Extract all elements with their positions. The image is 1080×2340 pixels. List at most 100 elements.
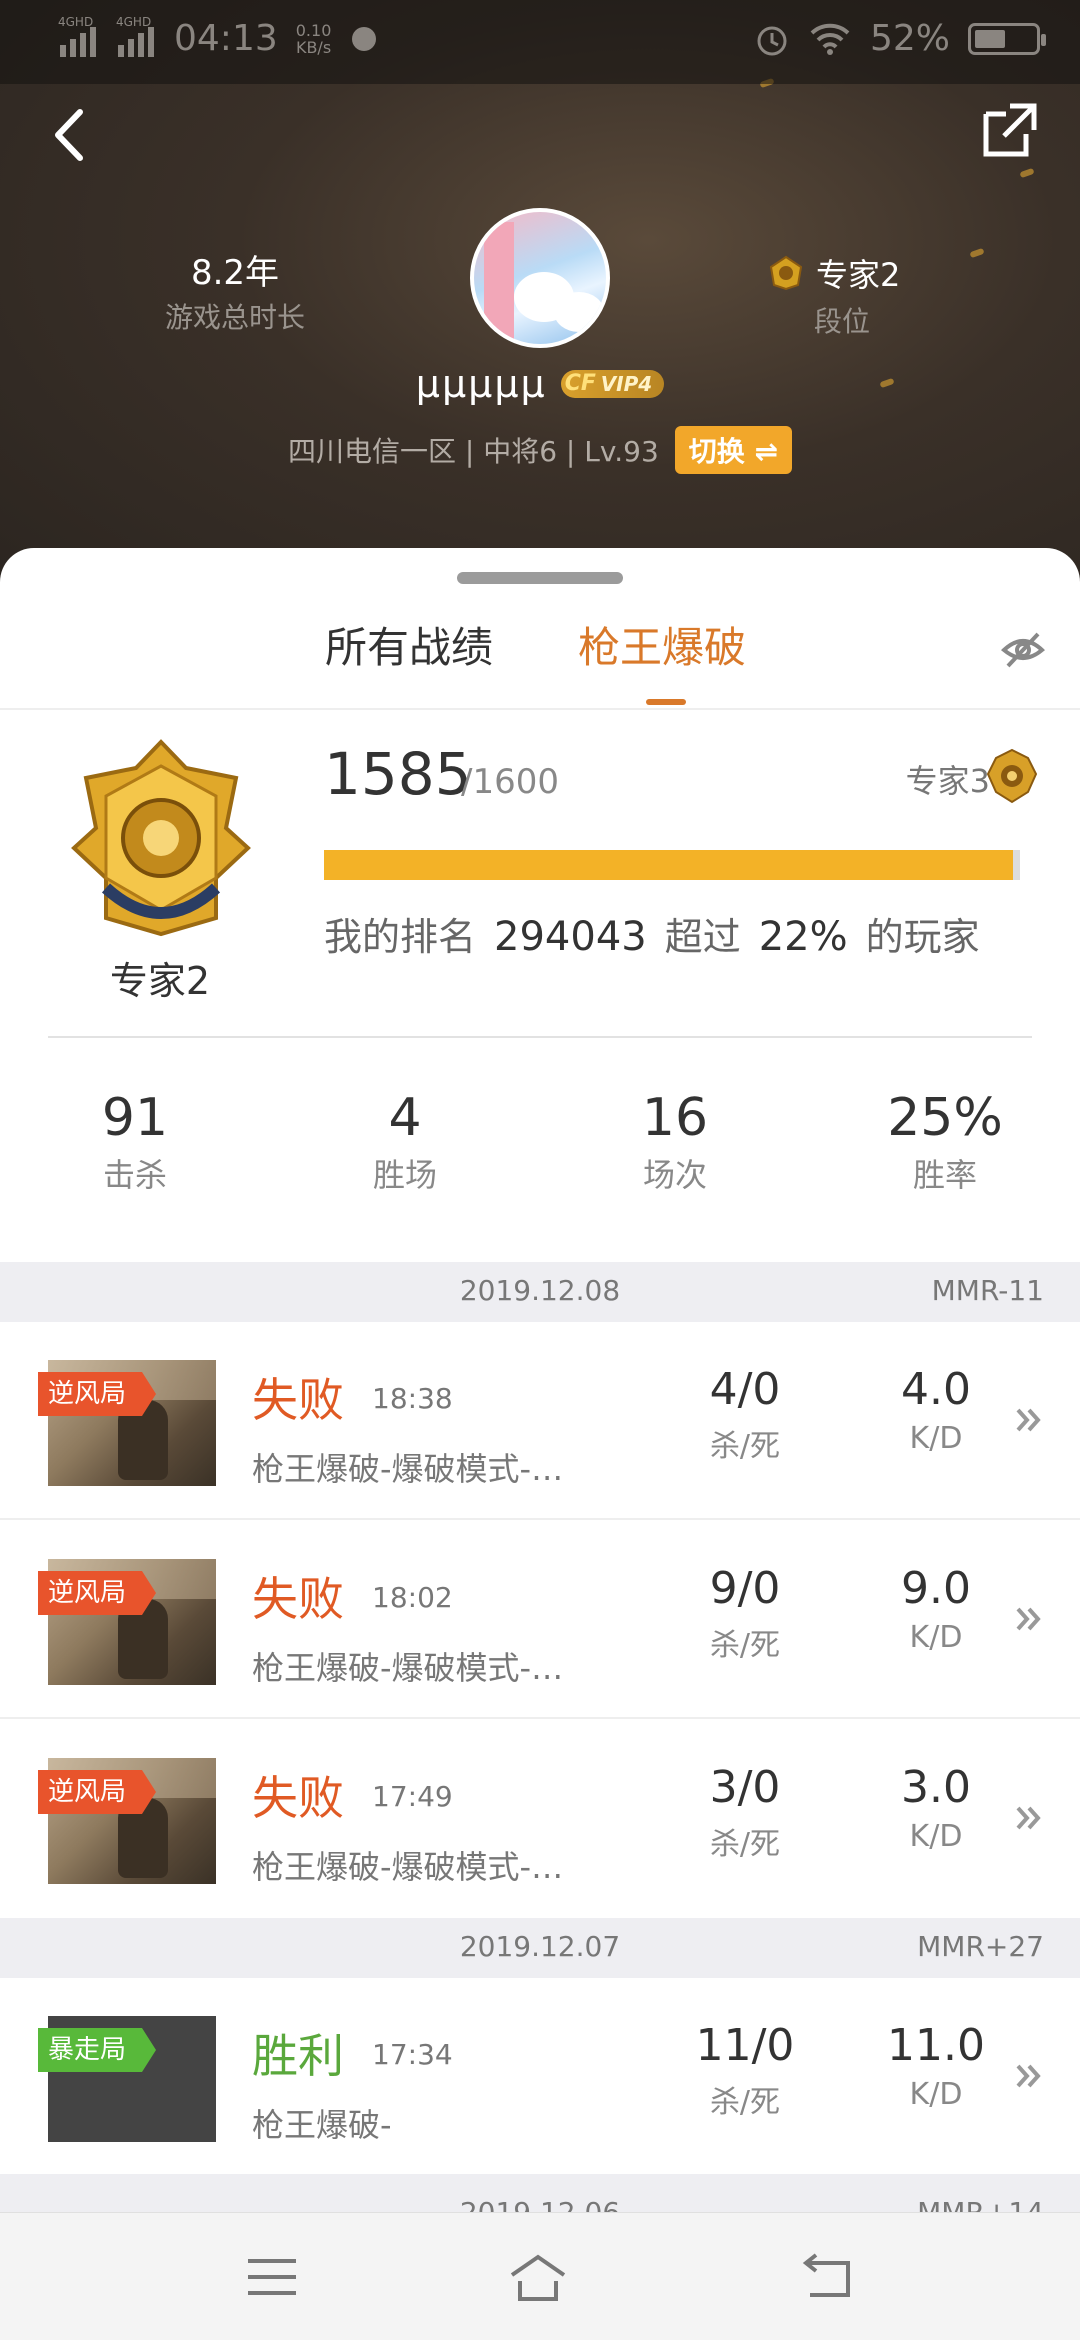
- network-type: 4GHD: [58, 14, 94, 29]
- network-type: 4GHD: [116, 14, 152, 29]
- signal-icon: 4GHD: [116, 15, 156, 59]
- speed-unit: KB/s: [295, 37, 332, 57]
- alarm-icon: [757, 26, 787, 55]
- kill-death-value: 3/0: [709, 1762, 781, 1813]
- rank-score-max: /1600: [461, 762, 559, 802]
- match-result: 失败: [252, 1572, 344, 1626]
- kd-ratio-value: 4.0: [901, 1364, 971, 1415]
- date-header: 2019.12.08 MMR-11: [0, 1262, 1080, 1322]
- stat-matches: 16 场次: [540, 1088, 810, 1196]
- stat-value: 25%: [887, 1088, 1003, 1148]
- play-time-stat: 8.2年 游戏总时长: [135, 245, 335, 336]
- match-mode: 枪王爆破-爆破模式-…: [252, 1848, 564, 1886]
- kill-death-label: 杀/死: [709, 1827, 781, 1862]
- kill-death-value: 9/0: [709, 1563, 781, 1614]
- signal-icon: 4GHD: [58, 15, 98, 59]
- share-icon[interactable]: [980, 100, 1040, 160]
- mmr-change: MMR-11: [931, 1274, 1044, 1307]
- stat-label: 击杀: [102, 1156, 167, 1194]
- rank-progress-bar: [324, 850, 1020, 880]
- battery-icon: [968, 22, 1046, 55]
- match-result: 失败: [252, 1373, 344, 1427]
- play-time-value: 8.2年: [190, 253, 280, 293]
- match-time: 17:34: [372, 2038, 453, 2071]
- kill-death-label: 杀/死: [709, 1429, 781, 1464]
- match-row[interactable]: 暴走局 胜利 17:34 枪王爆破- 11/0 杀/死 11.0 K/D: [0, 1978, 1080, 2174]
- summary-stats: 91 击杀 4 胜场 16 场次 25% 胜率: [0, 1088, 1080, 1196]
- stat-win-rate: 25% 胜率: [810, 1088, 1080, 1196]
- mmr-change: MMR+27: [917, 1930, 1044, 1963]
- exceed-percent: 22%: [758, 914, 848, 960]
- kill-death-value: 4/0: [709, 1364, 781, 1415]
- match-row[interactable]: 逆风局 失败 17:49 枪王爆破-爆破模式-… 3/0 杀/死 3.0 K/D: [0, 1720, 1080, 1918]
- stat-value: 4: [388, 1088, 422, 1148]
- stat-label: 胜率: [912, 1156, 977, 1194]
- menu-icon[interactable]: [242, 2251, 302, 2303]
- switch-button[interactable]: 切换 ⇌: [674, 426, 793, 474]
- match-time: 18:38: [372, 1382, 453, 1415]
- kd-ratio-value: 3.0: [901, 1762, 971, 1813]
- kill-death: 3/0 杀/死: [665, 1762, 825, 1863]
- speed-value: 0.10: [295, 20, 332, 40]
- kd-ratio-label: K/D: [909, 2077, 963, 2112]
- nickname-row: μμμμμ VIP4: [0, 362, 1080, 406]
- match-tag: 逆风局: [38, 1770, 157, 1814]
- kill-death-label: 杀/死: [709, 2085, 781, 2120]
- ranking-text: 我的排名 294043 超过 22% 的玩家: [324, 906, 980, 961]
- kill-death: 11/0 杀/死: [665, 2020, 825, 2121]
- match-row[interactable]: 逆风局 失败 18:02 枪王爆破-爆破模式-… 9/0 杀/死 9.0 K/D: [0, 1521, 1080, 1719]
- rank-card: 专家2 1585 /1600 专家3 我的排名 294043 超过 22% 的玩…: [0, 738, 1080, 1038]
- back-arrow-icon[interactable]: [40, 100, 100, 170]
- network-speed: 0.10 KB/s: [296, 22, 332, 56]
- kill-death: 9/0 杀/死: [665, 1563, 825, 1664]
- avatar-pillar: [484, 222, 514, 342]
- eye-hidden-icon[interactable]: [1000, 626, 1046, 672]
- home-icon[interactable]: [508, 2251, 568, 2303]
- kd-ratio-value: 11.0: [887, 2020, 985, 2071]
- date-text: 2019.12.08: [459, 1274, 621, 1307]
- current-rank-label: 专家2: [109, 959, 211, 1003]
- chevron-double-right-icon: [1016, 2064, 1041, 2088]
- divider: [0, 708, 1080, 710]
- match-tag: 暴走局: [38, 2028, 157, 2072]
- rank-badge-icon: [769, 255, 803, 291]
- play-time-label: 游戏总时长: [164, 301, 305, 334]
- status-bar: 4GHD 4GHD 04:13 0.10 KB/s 52%: [0, 0, 1080, 84]
- chevron-double-right-icon: [1016, 1408, 1041, 1432]
- exceed-prefix: 超过: [664, 915, 741, 959]
- next-rank-label: 专家3: [905, 762, 990, 800]
- stat-label: 胜场: [372, 1156, 437, 1194]
- match-tag: 逆风局: [38, 1571, 157, 1615]
- app-notification-icon: [352, 26, 377, 51]
- match-row[interactable]: 逆风局 失败 18:38 枪王爆破-爆破模式-… 4/0 杀/死 4.0 K/D: [0, 1322, 1080, 1520]
- date-header: 2019.12.07 MMR+27: [0, 1918, 1080, 1978]
- rank-stat: 专家2 段位: [768, 250, 968, 340]
- decor-spark: [1019, 167, 1035, 179]
- tab-bar: 所有战绩 枪王爆破: [0, 614, 1080, 704]
- kill-death: 4/0 杀/死: [665, 1364, 825, 1465]
- rank-badge-icon: [71, 739, 251, 937]
- kd-ratio-label: K/D: [909, 1819, 963, 1854]
- kill-death-label: 杀/死: [709, 1628, 781, 1663]
- decor-spark: [969, 247, 985, 259]
- kd-ratio-label: K/D: [909, 1421, 963, 1456]
- tab-all-records[interactable]: 所有战绩: [325, 614, 493, 675]
- kd-ratio-value: 9.0: [901, 1563, 971, 1614]
- sheet-drag-handle[interactable]: [457, 572, 623, 584]
- avatar[interactable]: [470, 208, 610, 348]
- kd-ratio: 9.0 K/D: [856, 1563, 1016, 1655]
- back-icon[interactable]: [796, 2251, 856, 2303]
- stat-value: 16: [641, 1088, 709, 1148]
- kill-death-value: 11/0: [695, 2020, 795, 2071]
- kd-ratio-label: K/D: [909, 1620, 963, 1655]
- tab-active-indicator: [646, 699, 686, 705]
- status-time: 04:13: [174, 18, 278, 59]
- match-mode: 枪王爆破-: [252, 2106, 392, 2144]
- tab-gun-king-blast[interactable]: 枪王爆破: [578, 614, 746, 675]
- stat-kills: 91 击杀: [0, 1088, 270, 1196]
- rank-progress-fill: [324, 850, 1014, 880]
- match-result: 失败: [252, 1771, 344, 1825]
- chevron-double-right-icon: [1016, 1806, 1041, 1830]
- stat-wins: 4 胜场: [270, 1088, 540, 1196]
- ranking-prefix: 我的排名: [324, 915, 477, 959]
